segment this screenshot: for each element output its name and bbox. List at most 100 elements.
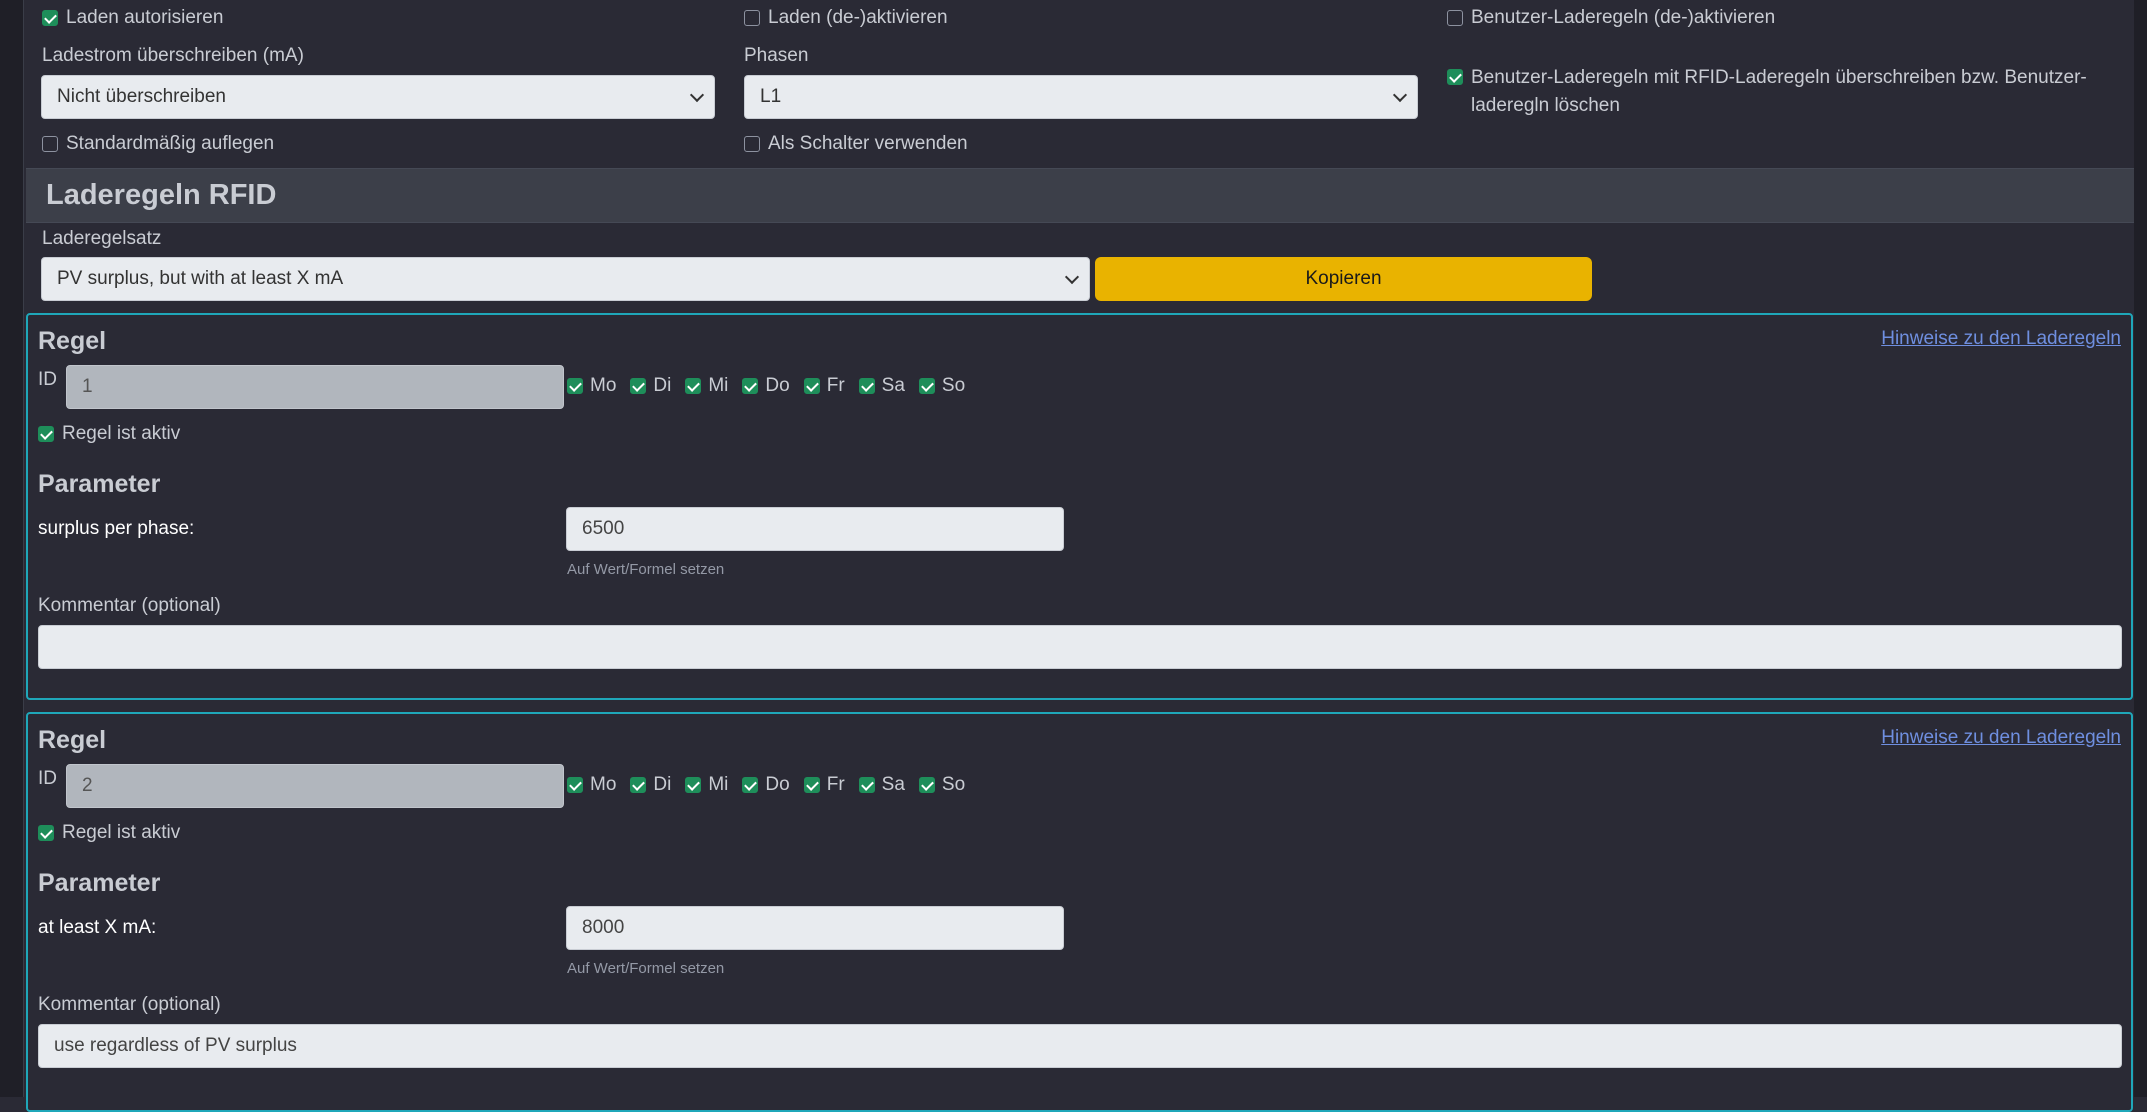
checkbox-checked-icon[interactable]	[1447, 69, 1463, 85]
comment-value: use regardless of PV surplus	[54, 1035, 297, 1056]
checkbox-checked-icon[interactable]	[742, 777, 759, 793]
day-label: Mi	[708, 774, 729, 795]
rule-active-label: Regel ist aktiv	[62, 822, 181, 843]
day-checkbox-mi[interactable]: Mi	[685, 774, 728, 796]
day-checkbox-fr[interactable]: Fr	[803, 375, 845, 397]
default-hangup-label: Standardmäßig auflegen	[66, 133, 275, 154]
checkbox-unchecked-icon[interactable]	[744, 136, 760, 152]
day-checkbox-di[interactable]: Di	[630, 774, 671, 796]
checkbox-unchecked-icon[interactable]	[42, 136, 58, 152]
chevron-down-icon	[689, 87, 705, 103]
day-checkbox-sa[interactable]: Sa	[858, 375, 905, 397]
user-rules-toggle-checkbox[interactable]: Benutzer-Laderegeln (de-)aktivieren	[1447, 7, 1775, 29]
day-checkbox-fr[interactable]: Fr	[803, 774, 845, 796]
day-checkbox-do[interactable]: Do	[742, 774, 790, 796]
rule-id-input[interactable]: 1	[66, 365, 564, 409]
parameter-input[interactable]: 8000	[566, 906, 1064, 950]
checkbox-checked-icon[interactable]	[742, 378, 759, 394]
rule-active-label: Regel ist aktiv	[62, 423, 181, 444]
checkbox-checked-icon[interactable]	[42, 10, 58, 26]
day-label: Mo	[590, 375, 617, 396]
ruleset-select[interactable]: PV surplus, but with at least X mA	[41, 257, 1090, 301]
day-checkbox-mo[interactable]: Mo	[567, 375, 616, 397]
parameter-hint: Auf Wert/Formel setzen	[567, 960, 725, 977]
parameter-hint: Auf Wert/Formel setzen	[567, 561, 725, 578]
copy-button[interactable]: Kopieren	[1095, 257, 1592, 301]
use-as-switch-checkbox[interactable]: Als Schalter verwenden	[744, 133, 968, 155]
scrollbar-track[interactable]	[2134, 0, 2147, 1097]
day-checkbox-do[interactable]: Do	[742, 375, 790, 397]
rule-id-value: 1	[82, 376, 93, 397]
checkbox-checked-icon[interactable]	[38, 825, 54, 841]
rule-card: Regel Hinweise zu den Laderegeln ID 2 Mo…	[26, 712, 2133, 1112]
toggle-charging-label: Laden (de-)aktivieren	[768, 7, 948, 28]
rule-hints-link[interactable]: Hinweise zu den Laderegeln	[1881, 328, 2121, 350]
authorize-charging-checkbox[interactable]: Laden autorisieren	[42, 7, 223, 29]
checkbox-checked-icon[interactable]	[630, 378, 647, 394]
checkbox-checked-icon[interactable]	[38, 426, 54, 442]
day-label: Do	[765, 375, 790, 396]
rule-card: Regel Hinweise zu den Laderegeln ID 1 Mo…	[26, 313, 2133, 700]
checkbox-unchecked-icon[interactable]	[744, 10, 760, 26]
weekday-checkboxes: Mo Di Mi Do Fr Sa So	[567, 375, 973, 397]
override-user-rules-checkbox[interactable]: Benutzer-Laderegeln mit RFID-Laderegeln …	[1447, 64, 2107, 120]
rule-id-label: ID	[38, 369, 57, 390]
checkbox-checked-icon[interactable]	[630, 777, 647, 793]
rule-id-value: 2	[82, 775, 93, 796]
day-label: Sa	[881, 774, 905, 795]
rule-active-checkbox[interactable]: Regel ist aktiv	[38, 822, 180, 844]
day-checkbox-so[interactable]: So	[918, 375, 966, 397]
checkbox-checked-icon[interactable]	[803, 777, 820, 793]
comment-input[interactable]: use regardless of PV surplus	[38, 1024, 2122, 1068]
parameter-label: surplus per phase:	[38, 518, 195, 539]
comment-label: Kommentar (optional)	[38, 994, 221, 1015]
override-current-label: Ladestrom überschreiben (mA)	[42, 45, 304, 66]
ruleset-value: PV surplus, but with at least X mA	[57, 268, 344, 289]
parameter-label: at least X mA:	[38, 917, 157, 938]
checkbox-checked-icon[interactable]	[567, 378, 583, 394]
day-label: Di	[653, 774, 672, 795]
section-title: Laderegeln RFID	[46, 179, 277, 211]
rule-title: Regel	[38, 327, 107, 355]
parameter-title: Parameter	[38, 869, 161, 897]
chevron-down-icon	[1392, 87, 1408, 103]
parameter-input[interactable]: 6500	[566, 507, 1064, 551]
day-checkbox-so[interactable]: So	[918, 774, 965, 796]
rule-active-checkbox[interactable]: Regel ist aktiv	[38, 423, 180, 445]
day-label: Mo	[590, 774, 617, 795]
checkbox-checked-icon[interactable]	[858, 378, 875, 394]
user-rules-toggle-label: Benutzer-Laderegeln (de-)aktivieren	[1471, 7, 1776, 28]
toggle-charging-checkbox[interactable]: Laden (de-)aktivieren	[744, 7, 948, 29]
weekday-checkboxes: Mo Di Mi Do Fr Sa So	[567, 774, 973, 796]
chevron-down-icon	[1064, 269, 1080, 285]
checkbox-checked-icon[interactable]	[858, 777, 875, 793]
comment-label: Kommentar (optional)	[38, 595, 221, 616]
comment-input[interactable]	[38, 625, 2122, 669]
override-current-value: Nicht überschreiben	[57, 86, 226, 107]
day-label: So	[941, 375, 966, 396]
day-label: Fr	[826, 774, 845, 795]
rule-id-input[interactable]: 2	[66, 764, 564, 808]
day-checkbox-mo[interactable]: Mo	[567, 774, 616, 796]
phases-label: Phasen	[744, 45, 809, 66]
checkbox-checked-icon[interactable]	[803, 378, 820, 394]
rule-id-label: ID	[38, 768, 57, 789]
checkbox-checked-icon[interactable]	[685, 777, 702, 793]
checkbox-checked-icon[interactable]	[918, 378, 935, 394]
default-hangup-checkbox[interactable]: Standardmäßig auflegen	[42, 133, 274, 155]
day-checkbox-mi[interactable]: Mi	[685, 375, 728, 397]
day-label: Fr	[826, 375, 845, 396]
parameter-value: 6500	[582, 518, 625, 539]
override-current-select[interactable]: Nicht überschreiben	[41, 75, 715, 119]
checkbox-unchecked-icon[interactable]	[1447, 10, 1463, 26]
checkbox-checked-icon[interactable]	[567, 777, 583, 793]
day-checkbox-sa[interactable]: Sa	[858, 774, 905, 796]
parameter-value: 8000	[582, 917, 625, 938]
phases-select[interactable]: L1	[744, 75, 1418, 119]
checkbox-checked-icon[interactable]	[918, 777, 935, 793]
day-label: Do	[765, 774, 790, 795]
day-checkbox-di[interactable]: Di	[630, 375, 671, 397]
rule-hints-link[interactable]: Hinweise zu den Laderegeln	[1881, 727, 2121, 749]
rfid-settings-page: Laden autorisieren Laden (de-)aktivieren…	[26, 0, 2134, 1112]
checkbox-checked-icon[interactable]	[685, 378, 702, 394]
